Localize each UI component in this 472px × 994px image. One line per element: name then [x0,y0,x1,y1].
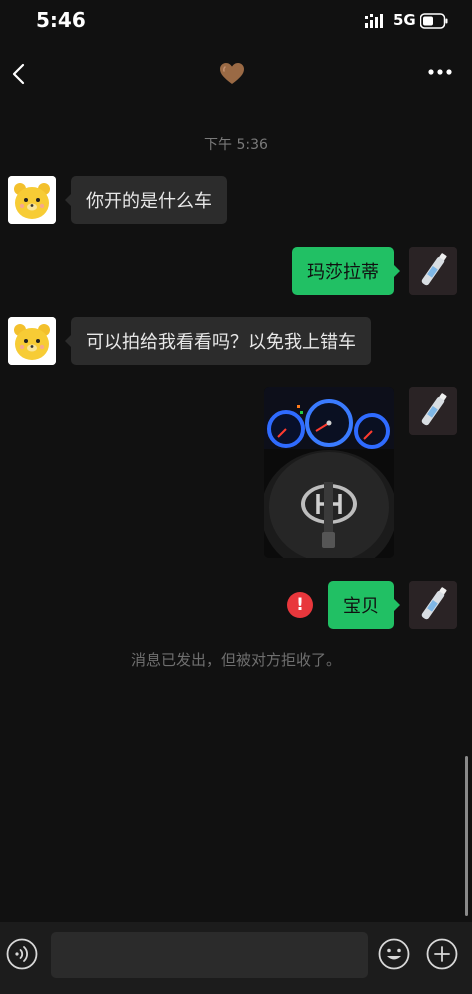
bear-face-icon [8,176,56,224]
bottle-avatar-icon [409,247,457,295]
user-avatar[interactable] [409,581,457,629]
message-bubble-incoming[interactable]: 可以拍给我看看吗？以免我上错车 [65,317,371,365]
yellow-bear-avatar[interactable] [8,176,56,224]
send-failed-icon[interactable]: ! [287,592,313,618]
user-avatar[interactable] [409,247,457,295]
chat-screen: 5:46 5G 下午 5:36 你开的是什么车 玛莎拉蒂 可以拍给我看看吗？以免… [0,0,472,994]
chat-timestamp: 下午 5:36 [204,137,268,153]
battery-icon [420,13,448,29]
emoji-icon[interactable] [378,938,410,970]
input-bar [0,922,472,994]
message-bubble-outgoing[interactable]: 宝贝 [328,581,400,629]
network-label: 5G [393,11,416,29]
bottle-avatar-icon [409,581,457,629]
chevron-left-icon[interactable] [6,58,34,90]
rejected-notice: 消息已发出，但被对方拒收了。 [130,651,341,669]
message-input[interactable] [51,932,368,978]
yellow-bear-avatar[interactable] [8,317,56,365]
message-bubble-outgoing[interactable]: 玛莎拉蒂 [292,247,400,295]
bear-face-icon [8,317,56,365]
car-dashboard-image [264,387,394,558]
status-time: 5:46 [36,8,86,32]
plus-icon[interactable] [426,938,458,970]
signal-bars-icon [365,14,383,28]
user-avatar[interactable] [409,387,457,435]
scrollbar[interactable] [465,756,468,916]
more-dots-icon[interactable] [426,66,454,78]
message-bubble-incoming[interactable]: 你开的是什么车 [65,176,227,224]
voice-icon[interactable] [6,938,38,970]
brown-heart-icon [220,63,244,84]
steering-wheel-photo[interactable] [264,387,394,558]
status-bar: 5:46 5G [0,0,472,44]
bottle-avatar-icon [409,387,457,435]
nav-bar [0,44,472,104]
